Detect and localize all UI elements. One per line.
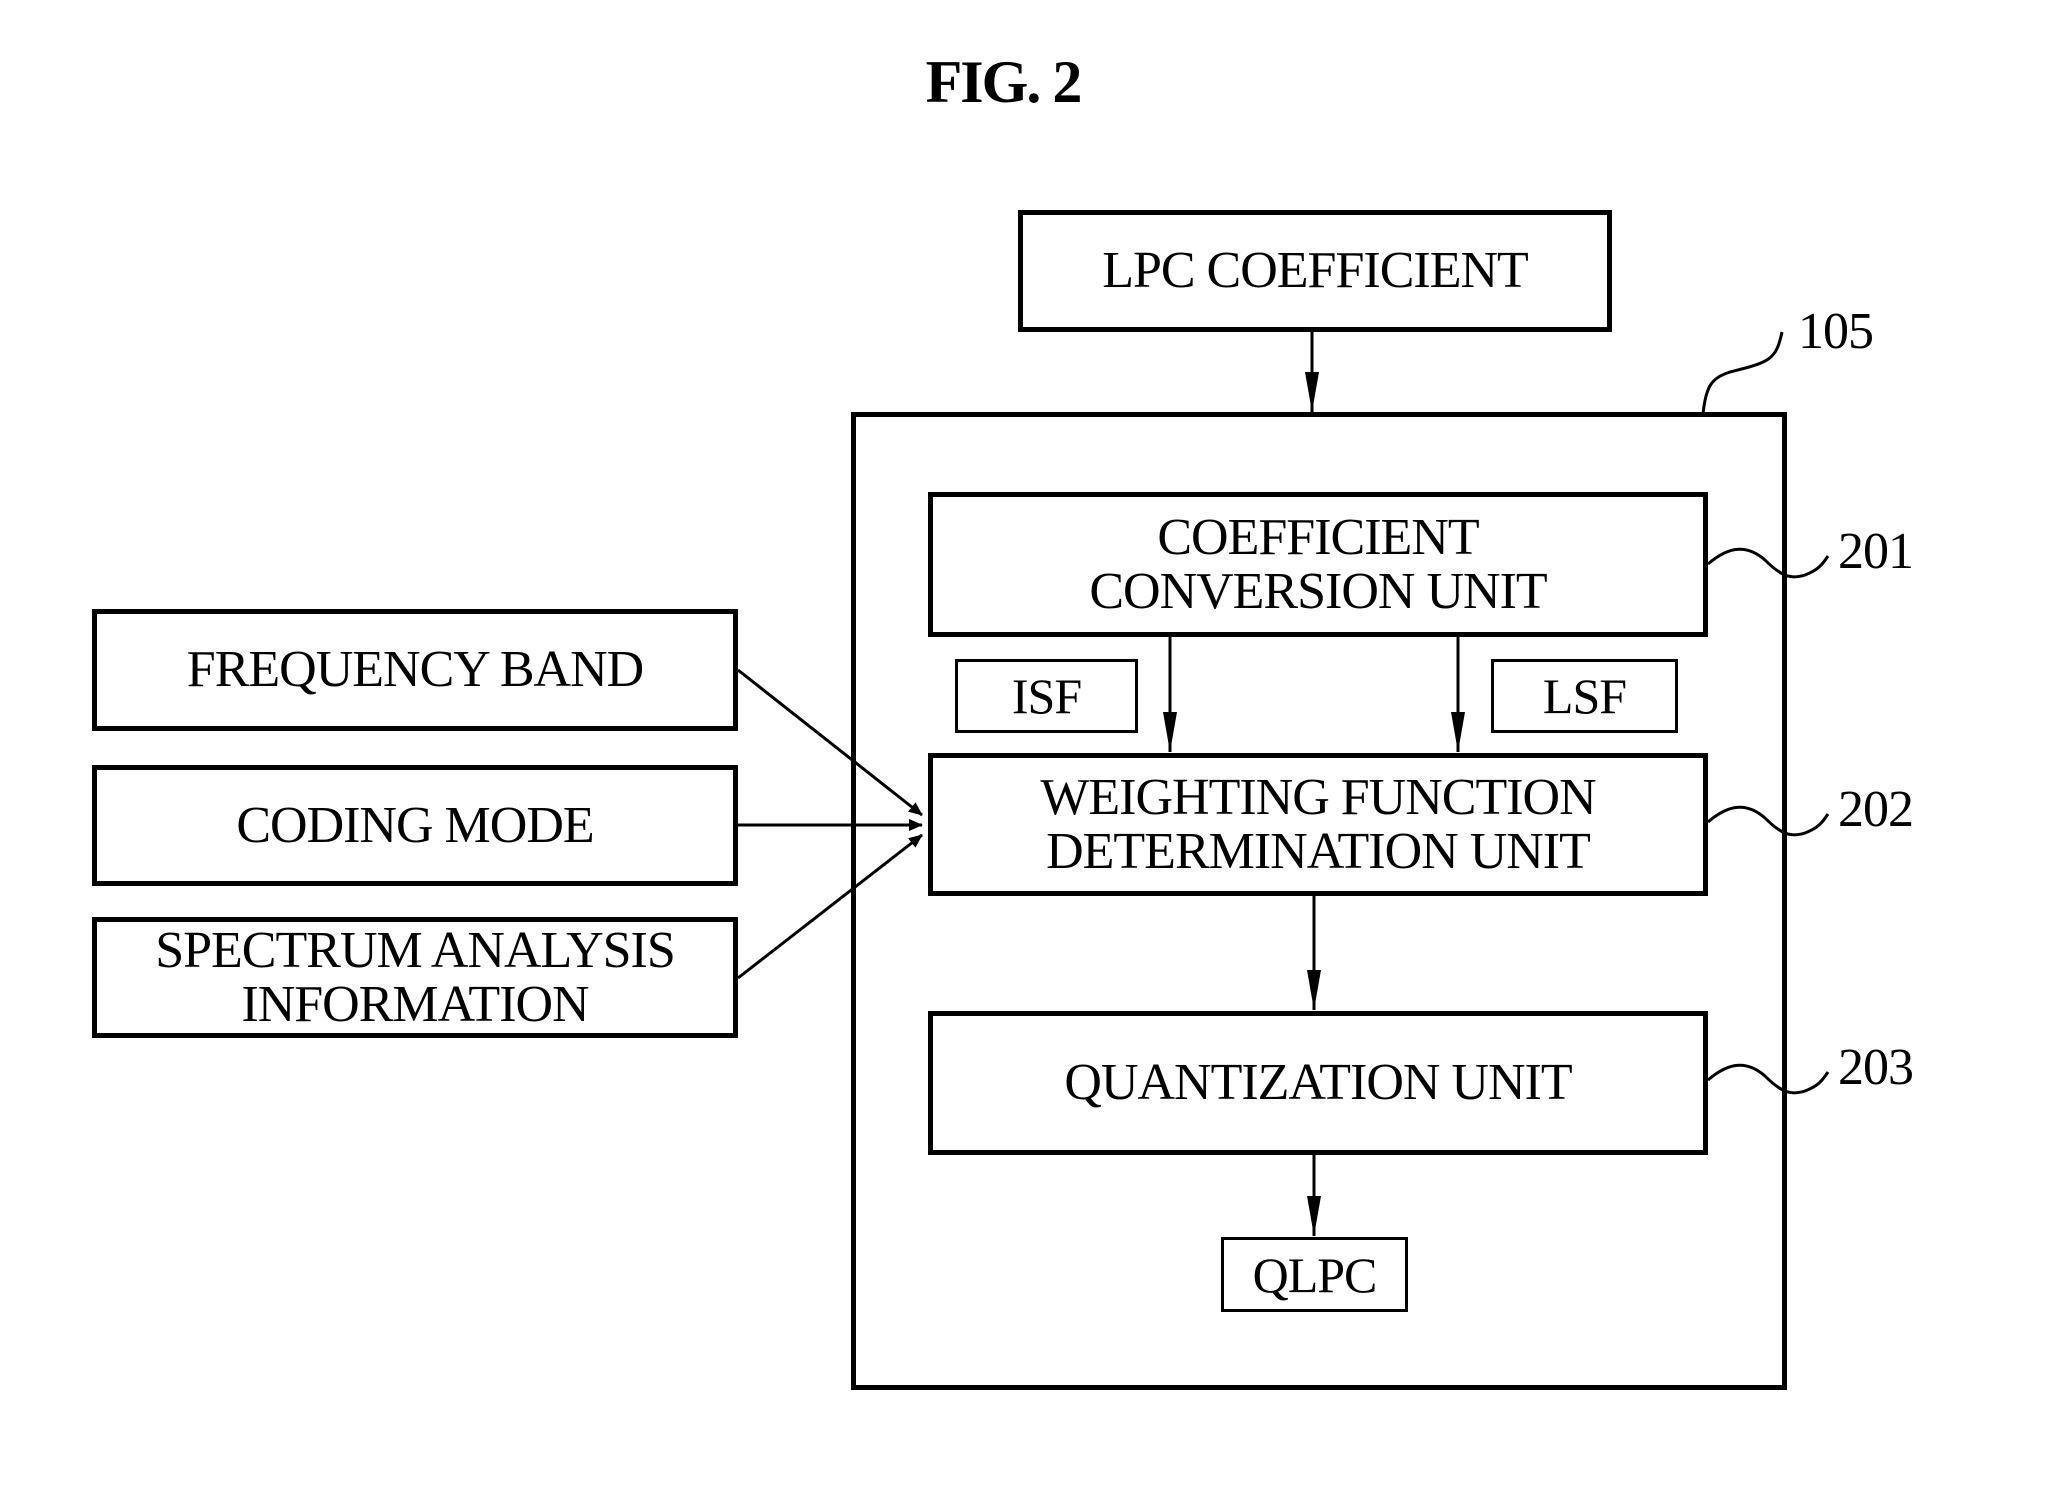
ref-label-203: 203 [1838,1039,1914,1096]
isf-label: ISF [1011,668,1082,724]
ref-label-202: 202 [1838,781,1914,838]
quantization-unit-block: QUANTIZATION UNIT [928,1011,1708,1155]
ref-label-201: 201 [1838,523,1914,580]
weighting-function-unit-block: WEIGHTING FUNCTION DETERMINATION UNIT [928,753,1708,896]
weighting-function-line-1: WEIGHTING FUNCTION [1040,768,1596,826]
spectrum-analysis-line-1: SPECTRUM ANALYSIS [155,921,676,979]
lpc-coefficient-label: LPC COEFFICIENT [1102,242,1529,299]
ref-label-105: 105 [1798,303,1874,360]
coding-mode-label: CODING MODE [236,796,594,854]
spectrum-analysis-block: SPECTRUM ANALYSIS INFORMATION [92,917,738,1038]
weighting-function-line-2: DETERMINATION UNIT [1046,822,1591,880]
lsf-label: LSF [1542,668,1627,724]
leader-105 [1701,331,1784,415]
frequency-band-block: FREQUENCY BAND [92,609,738,731]
coding-mode-block: CODING MODE [92,765,738,886]
qlpc-output-box: QLPC [1221,1237,1408,1312]
coefficient-conversion-line-2: CONVERSION UNIT [1089,562,1547,620]
lpc-coefficient-block: LPC COEFFICIENT [1018,210,1612,332]
qlpc-label: QLPC [1252,1246,1378,1303]
coefficient-conversion-unit-block: COEFFICIENT CONVERSION UNIT [928,492,1708,637]
quantization-unit-label: QUANTIZATION UNIT [1064,1054,1572,1111]
coefficient-conversion-line-1: COEFFICIENT [1157,508,1479,566]
spectrum-analysis-line-2: INFORMATION [241,975,589,1033]
lsf-label-box: LSF [1491,659,1678,733]
isf-label-box: ISF [955,659,1138,733]
frequency-band-label: FREQUENCY BAND [186,641,644,698]
